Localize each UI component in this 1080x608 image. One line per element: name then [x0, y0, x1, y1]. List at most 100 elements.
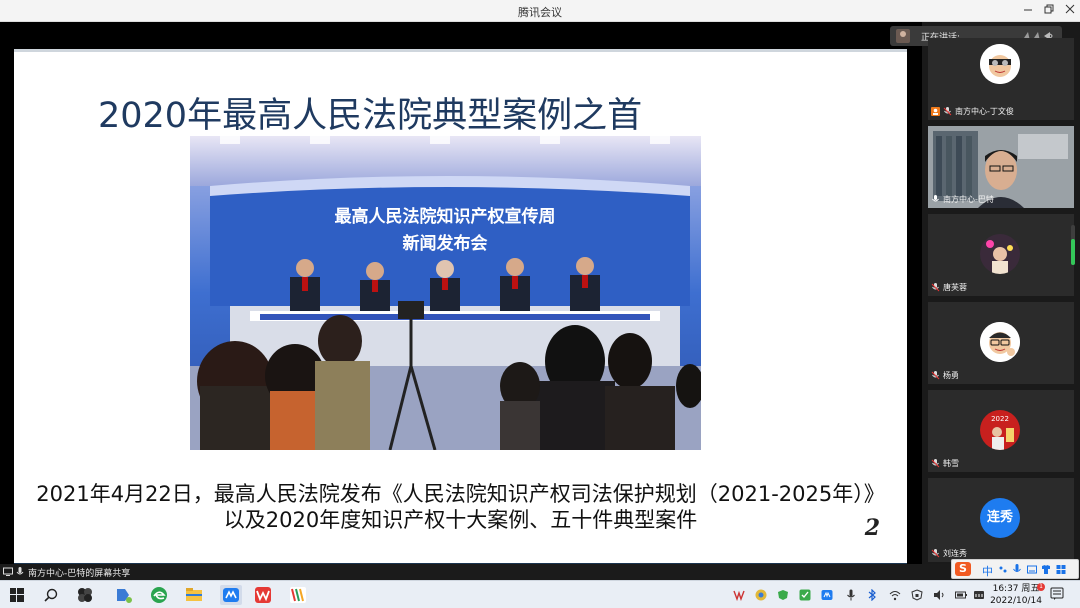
svg-text:2022: 2022	[991, 415, 1009, 423]
press-conference-photo: 最高人民法院知识产权宣传周 新闻发布会	[190, 136, 701, 450]
avatar	[980, 322, 1020, 362]
screen-share-icon[interactable]	[3, 567, 13, 577]
screen-share-area: 2020年最高人民法院典型案例之首 最高人民法院知识产权宣传周 新闻发布会 20…	[0, 22, 922, 567]
mic-muted-icon	[931, 459, 940, 468]
slide-top-band	[14, 49, 907, 52]
avatar	[980, 44, 1020, 84]
windows-taskbar: 16:37 周五 2022/10/14 1	[0, 580, 1080, 608]
wifi-icon	[889, 591, 901, 601]
tray-icon[interactable]	[733, 589, 745, 601]
taskbar-app[interactable]	[115, 586, 133, 604]
taskbar-app[interactable]	[76, 586, 94, 604]
taskbar-app[interactable]	[289, 586, 307, 604]
participant-name: 韩雪	[931, 458, 959, 469]
mic-muted-icon	[943, 107, 952, 116]
avatar-text: 连秀	[980, 498, 1020, 538]
voice-input-icon[interactable]	[1012, 564, 1022, 575]
mic-muted-icon	[931, 283, 940, 292]
mic-muted-icon	[931, 371, 940, 380]
mic-muted-icon	[931, 549, 940, 558]
tray-icon[interactable]	[911, 589, 923, 601]
taskbar-app-active[interactable]	[220, 585, 242, 605]
speaker-avatar-icon	[896, 29, 910, 43]
keyboard-icon[interactable]	[1027, 564, 1037, 575]
close-icon	[1065, 4, 1075, 14]
participant-tile[interactable]: 唐芙蓉	[928, 214, 1074, 296]
search-icon	[44, 588, 58, 602]
title-bar: 腾讯会议	[0, 0, 1080, 22]
photo-banner-line1: 最高人民法院知识产权宣传周	[335, 206, 556, 227]
slide-title: 2020年最高人民法院典型案例之首	[98, 96, 643, 136]
restore-button[interactable]	[1041, 3, 1057, 19]
minimize-icon	[1024, 9, 1032, 11]
sogou-logo-icon: S	[955, 562, 971, 576]
clock-date: 2022/10/14	[990, 596, 1042, 606]
caption-line-2: 以及2020年度知识产权十大案例、五十件典型案件	[223, 508, 698, 532]
battery-icon	[955, 591, 967, 599]
start-button[interactable]	[8, 586, 26, 604]
microphone-tray-icon	[847, 589, 855, 601]
punctuation-icon[interactable]	[998, 564, 1008, 575]
tray-icon[interactable]	[799, 589, 811, 601]
participant-name: 刘连秀	[931, 548, 967, 559]
mic-icon[interactable]	[15, 567, 25, 577]
participant-tile[interactable]: 南方中心-丁文俊	[928, 38, 1074, 120]
tray-icon[interactable]	[845, 589, 857, 601]
windows-start-icon	[10, 588, 24, 602]
restore-icon	[1044, 4, 1054, 14]
tray-icon[interactable]	[755, 589, 767, 601]
photo-banner-line2: 新闻发布会	[403, 233, 488, 254]
skin-icon[interactable]	[1041, 564, 1051, 575]
participant-name: 杨勇	[931, 370, 959, 381]
meeting-tray-icon	[821, 590, 833, 600]
screen-share-status-bar: 南方中心-巴特的屏幕共享	[0, 564, 1080, 580]
press-conference-illustration: 最高人民法院知识产权宣传周 新闻发布会	[190, 136, 701, 450]
taskbar-app[interactable]	[150, 586, 168, 604]
avatar: 2022	[980, 410, 1020, 450]
tray-icon[interactable]	[933, 589, 945, 601]
slide-caption: 2021年4月22日，最高人民法院发布《人民法院知识产权司法保护规划（2021-…	[14, 481, 907, 533]
mic-icon	[932, 195, 939, 202]
toolbox-icon[interactable]	[1056, 564, 1066, 575]
window-title: 腾讯会议	[518, 6, 562, 19]
chrome-tray-icon	[755, 589, 767, 601]
presentation-slide: 2020年最高人民法院典型案例之首 最高人民法院知识产权宣传周 新闻发布会 20…	[14, 49, 907, 567]
wechat-work-icon	[117, 589, 132, 603]
search-button[interactable]	[42, 586, 60, 604]
meeting-icon	[223, 588, 239, 602]
tray-icon[interactable]	[973, 589, 985, 601]
caption-line-1: 2021年4月22日，最高人民法院发布《人民法院知识产权司法保护规划（2021-…	[36, 482, 885, 506]
edge-icon	[151, 587, 167, 603]
tray-icon[interactable]	[821, 589, 833, 601]
screen-share-status-text: 南方中心-巴特的屏幕共享	[28, 569, 131, 579]
file-explorer-icon	[186, 588, 202, 601]
host-badge-icon	[931, 107, 940, 116]
participant-tile[interactable]: 连秀 刘连秀	[928, 478, 1074, 562]
minimize-button[interactable]	[1020, 3, 1036, 19]
audio-level-indicator	[1071, 225, 1075, 265]
close-button[interactable]	[1062, 3, 1078, 19]
participant-name: 南方中心-丁文俊	[931, 106, 1014, 117]
ime-toolbar[interactable]: S 中	[951, 559, 1079, 579]
tray-icon[interactable]	[955, 589, 967, 601]
tray-icon[interactable]	[889, 589, 901, 601]
cartoon-face-icon	[980, 44, 1020, 84]
tray-icon[interactable]	[866, 589, 878, 601]
participant-tile[interactable]: 杨勇	[928, 302, 1074, 384]
tray-icon[interactable]	[777, 589, 789, 601]
system-clock[interactable]: 16:37 周五 2022/10/14	[990, 583, 1042, 607]
ime-mode-label[interactable]: 中	[982, 563, 993, 579]
photo-2022-avatar-icon: 2022	[980, 410, 1020, 450]
meeting-stage: 2020年最高人民法院典型案例之首 最高人民法院知识产权宣传周 新闻发布会 20…	[0, 22, 1080, 567]
participant-tile[interactable]: 南方中心-巴特	[928, 126, 1074, 208]
taskbar-app[interactable]	[254, 586, 272, 604]
participant-name: 南方中心-巴特	[931, 194, 994, 205]
taskbar-app[interactable]	[185, 586, 203, 604]
participant-name: 唐芙蓉	[931, 282, 967, 293]
wps-writer-icon	[290, 587, 306, 603]
action-center-icon[interactable]	[1050, 587, 1064, 601]
clock-time: 16:37 周五	[992, 584, 1040, 594]
wps-tray-icon	[733, 590, 745, 601]
app-icon	[78, 588, 92, 602]
participant-tile[interactable]: 2022 韩雪	[928, 390, 1074, 472]
